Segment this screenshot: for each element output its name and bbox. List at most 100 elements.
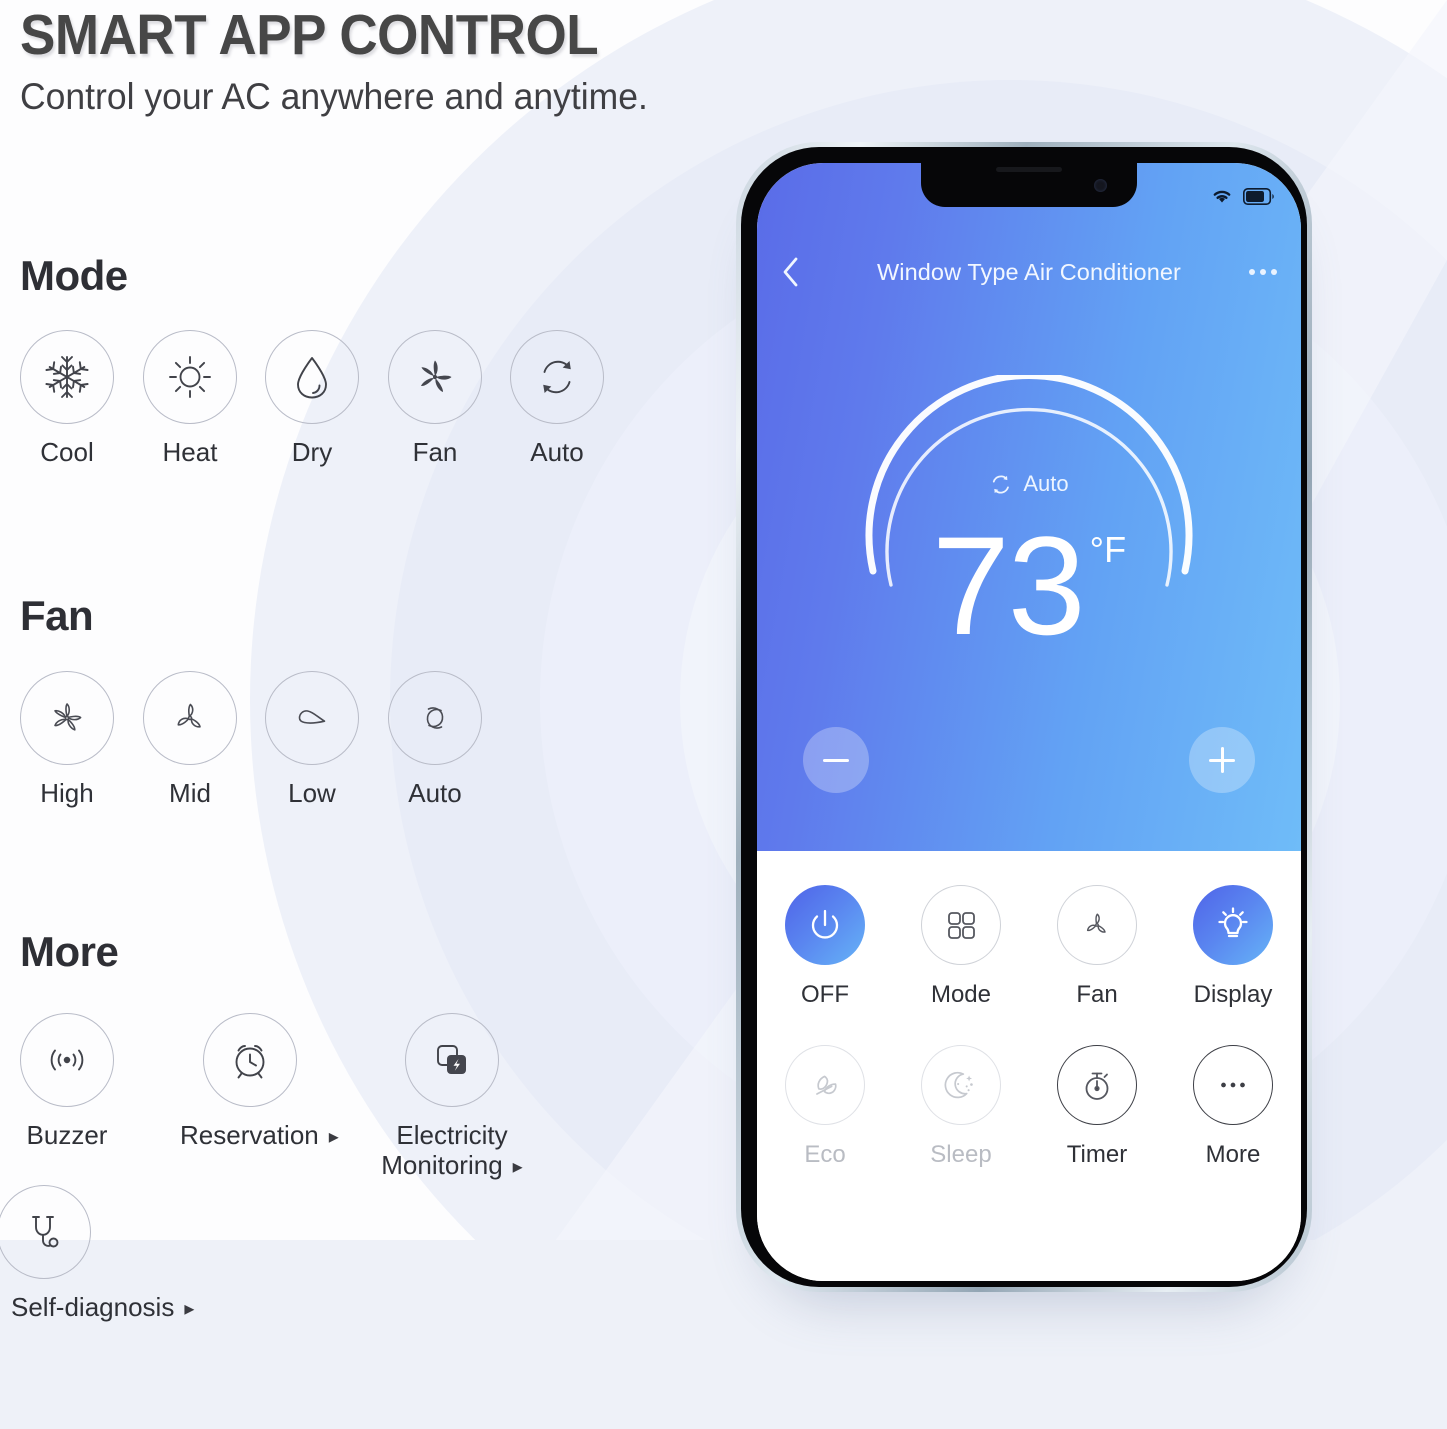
ac-hero-panel: Window Type Air Conditioner Auto 73 °F — [757, 163, 1301, 889]
mode-item-heat[interactable]: Heat — [120, 330, 260, 467]
control-label: OFF — [801, 981, 849, 1008]
mode-item-label: Dry — [291, 437, 333, 467]
control-more[interactable]: More — [1178, 1045, 1288, 1169]
fan-item-high[interactable]: High — [0, 671, 137, 808]
phone-frame: Window Type Air Conditioner Auto 73 °F O… — [736, 142, 1312, 1292]
temperature-increase-button[interactable] — [1189, 727, 1255, 793]
chevron-right-icon[interactable]: ▸ — [329, 1126, 339, 1149]
control-power[interactable]: OFF — [770, 885, 880, 1009]
phone-mockup: Window Type Air Conditioner Auto 73 °F O… — [736, 142, 1312, 1292]
self-diagnosis-ring — [0, 1185, 91, 1279]
snowflake-icon — [45, 356, 89, 398]
power-icon — [811, 909, 839, 939]
more-item-buzzer[interactable]: Buzzer — [0, 1013, 137, 1150]
mode-cool-ring — [20, 330, 114, 424]
wifi-icon — [1213, 190, 1231, 203]
device-title: Window Type Air Conditioner — [876, 258, 1181, 285]
fan-high-ring — [20, 671, 114, 765]
earpiece-speaker — [996, 167, 1062, 172]
temperature-decrease-button[interactable] — [803, 727, 869, 793]
control-timer[interactable]: Timer — [1042, 1045, 1152, 1169]
dial-mode-label: Auto — [1023, 471, 1069, 496]
more-item-reservation[interactable]: Reservation ▸ — [180, 1013, 339, 1150]
back-chevron-icon[interactable] — [781, 256, 815, 288]
eco-ring — [785, 1045, 865, 1125]
alarm-clock-icon — [235, 1045, 265, 1079]
mode-item-label: Fan — [412, 437, 458, 467]
electricity-ring — [405, 1013, 499, 1107]
battery-icon — [1243, 187, 1274, 205]
power-ring — [785, 885, 865, 965]
page-subtitle: Control your AC anywhere and anytime. — [20, 76, 648, 117]
more-item-label: Electricity Monitoring ▸ — [372, 1120, 532, 1180]
stethoscope-icon — [32, 1216, 59, 1248]
stopwatch-icon — [1085, 1072, 1109, 1100]
overflow-menu-icon[interactable] — [1243, 269, 1277, 275]
control-display[interactable]: Display — [1178, 885, 1288, 1009]
self-diagnosis-label-text: Self-diagnosis — [11, 1292, 175, 1322]
phone-notch — [921, 163, 1137, 207]
circular-arrows-icon — [543, 360, 571, 394]
mode-ring — [921, 885, 1001, 965]
control-label: Sleep — [930, 1141, 992, 1168]
section-heading-fan: Fan — [20, 592, 94, 639]
more-item-label: Reservation ▸ — [180, 1120, 339, 1150]
control-label: More — [1205, 1141, 1261, 1168]
fan-low-ring — [265, 671, 359, 765]
fan-item-low[interactable]: Low — [242, 671, 382, 808]
plus-icon — [1209, 747, 1235, 773]
control-sleep[interactable]: Sleep — [906, 1045, 1016, 1169]
mode-item-cool[interactable]: Cool — [0, 330, 137, 467]
sun-icon — [169, 356, 211, 398]
control-label: Fan — [1076, 981, 1118, 1008]
fan-mid-ring — [143, 671, 237, 765]
temperature-dial[interactable]: Auto 73 °F — [757, 375, 1301, 793]
fan-one-blade-icon — [298, 710, 326, 724]
more-item-label: Buzzer — [26, 1120, 108, 1150]
chevron-right-icon[interactable]: ▸ — [513, 1156, 523, 1179]
sound-waves-icon — [50, 1049, 84, 1071]
fan-auto-ring — [388, 671, 482, 765]
mode-auto-ring — [510, 330, 604, 424]
grid-mode-icon — [948, 912, 975, 939]
fan-item-label: High — [40, 778, 94, 808]
fan-item-mid[interactable]: Mid — [120, 671, 260, 808]
mode-item-label: Heat — [162, 437, 218, 467]
control-label: Eco — [804, 1141, 846, 1168]
circular-arrows-icon — [992, 475, 1009, 493]
status-bar — [1210, 187, 1275, 205]
fan-spiral-icon — [426, 707, 444, 729]
ellipsis-icon — [1221, 1082, 1245, 1088]
page-title: SMART APP CONTROL — [20, 3, 599, 67]
control-label: Timer — [1066, 1141, 1128, 1168]
display-ring — [1193, 885, 1273, 965]
more-item-self-diagnosis[interactable]: Self-diagnosis ▸ — [0, 1185, 217, 1322]
fan-item-auto[interactable]: Auto — [365, 671, 505, 808]
control-panel: OFF Mode Fan Display Eco Sleep Timer Mor… — [757, 851, 1301, 1281]
mode-item-auto[interactable]: Auto — [487, 330, 627, 467]
temperature-unit: °F — [1089, 529, 1127, 570]
mode-heat-ring — [143, 330, 237, 424]
dial-mode-indicator: Auto — [989, 471, 1069, 497]
control-label: Display — [1193, 981, 1273, 1008]
phone-bezel: Window Type Air Conditioner Auto 73 °F O… — [741, 147, 1307, 1287]
control-mode[interactable]: Mode — [906, 885, 1016, 1009]
control-eco[interactable]: Eco — [770, 1045, 880, 1169]
more-item-label: Self-diagnosis ▸ — [0, 1292, 217, 1322]
smart-app-control-page: SMART APP CONTROL Control your AC anywhe… — [0, 0, 1447, 1429]
mode-fan-ring — [388, 330, 482, 424]
fan-blade-icon — [1086, 913, 1106, 933]
fan-five-blade-icon — [54, 703, 82, 731]
mode-item-fan[interactable]: Fan — [365, 330, 505, 467]
front-camera — [1094, 179, 1107, 192]
electricity-bolt-icon — [437, 1045, 466, 1074]
moon-stars-icon — [944, 1071, 973, 1099]
lightbulb-icon — [1218, 907, 1248, 938]
mode-item-label: Auto — [530, 437, 584, 467]
more-item-electricity-monitoring[interactable]: Electricity Monitoring ▸ — [372, 1013, 532, 1180]
chevron-right-icon[interactable]: ▸ — [184, 1298, 194, 1321]
control-row-primary: OFF Mode Fan Display — [757, 885, 1301, 1009]
reservation-ring — [203, 1013, 297, 1107]
mode-item-dry[interactable]: Dry — [242, 330, 382, 467]
control-fan[interactable]: Fan — [1042, 885, 1152, 1009]
